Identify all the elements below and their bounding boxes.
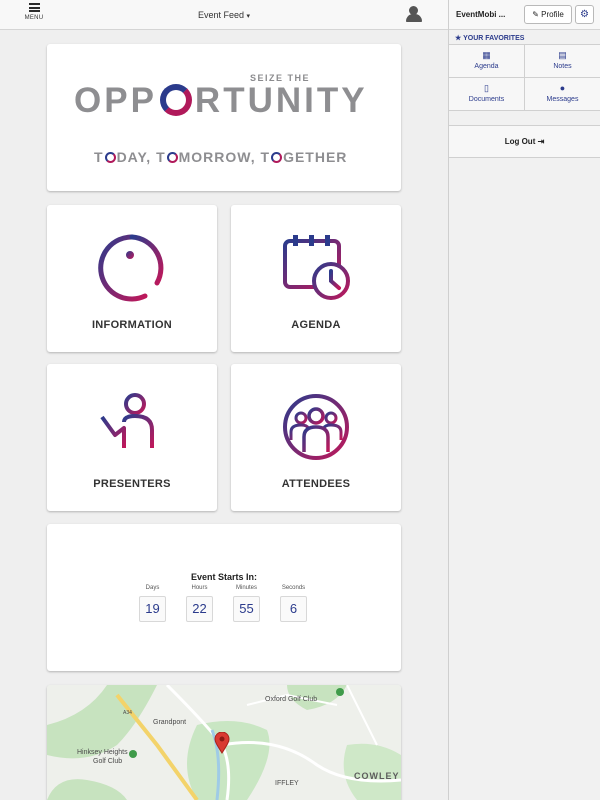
countdown-title: Event Starts In: [190,572,257,582]
countdown-units: Days 19 Hours 22 Minutes 55 Seconds 6 [139,585,327,622]
agenda-tile[interactable]: AGENDA [231,205,401,352]
presenter-icon [100,393,159,457]
favorite-notes[interactable]: ▤ Notes [525,45,600,78]
map-label: Grandpont [153,719,187,726]
top-bar: MENU Event Feed ▾ [0,0,448,30]
event-feed-dropdown[interactable]: Event Feed ▾ [0,10,448,20]
settings-button[interactable]: ⚙ [575,5,594,24]
favorite-agenda[interactable]: ▦ Agenda [449,45,525,78]
feed-title-text: Event Feed [197,10,244,20]
logout-button[interactable]: Log Out ⇥ [449,125,600,158]
app-name: EventMobi ... [456,10,506,19]
favorite-messages[interactable]: ● Messages [525,78,600,111]
map-label: Golf Club [93,758,123,765]
tile-label: ATTENDEES [281,478,351,490]
map-label: Hinksey Heights [77,749,128,756]
map-label: A34 [123,710,132,716]
document-icon: ▯ [484,83,489,93]
countdown-hours: Hours 22 [186,585,213,622]
group-icon [283,394,349,460]
banner-title: OPP RTUNITY [74,81,368,120]
map-label: COWLEY [354,771,400,781]
panel-header: EventMobi ... ✎ Profile ⚙ [449,0,600,30]
map-view[interactable]: Oxford Golf Club Grandpont Hinksey Heigh… [47,685,401,800]
calendar-clock-icon [283,235,350,300]
information-tile[interactable]: INFORMATION [47,205,217,352]
countdown-seconds: Seconds 6 [280,585,307,622]
chat-icon: ● [559,83,566,93]
favorites-heading: ★ YOUR FAVORITES [455,35,525,42]
chevron-down-icon: ▾ [246,13,251,20]
map-label: IFFLEY [275,780,299,787]
banner-card: SEIZE THE OPP RTUNITY T DAY, T MORROW, T GET… [47,44,401,191]
gear-icon: ⚙ [580,9,589,20]
favorites-grid: ▦ Agenda ▤ Notes ▯ Documents ● Messages [449,44,600,111]
tile-label: PRESENTERS [93,478,171,490]
profile-button[interactable]: ✎ Profile [524,5,572,24]
edit-icon: ✎ [532,10,539,19]
note-icon: ▤ [558,50,567,60]
favorite-documents[interactable]: ▯ Documents [449,78,525,111]
calendar-icon: ▦ [482,50,491,60]
countdown-minutes: Minutes 55 [233,585,260,622]
countdown-card: Event Starts In: Days 19 Hours 22 Minute… [47,524,401,671]
presenters-tile[interactable]: PRESENTERS [47,364,217,511]
logo-ring-icon [159,84,192,116]
tile-label: INFORMATION [91,319,173,331]
attendees-tile[interactable]: ATTENDEES [231,364,401,511]
user-avatar-button[interactable] [405,6,423,23]
banner-tagline: T DAY, T MORROW, T GETHER [94,149,348,165]
map-label: Oxford Golf Club [265,696,318,703]
countdown-days: Days 19 [139,585,166,622]
tile-label: AGENDA [291,319,341,331]
side-panel: EventMobi ... ✎ Profile ⚙ ★ YOUR FAVORIT… [448,0,600,800]
info-icon [98,234,164,302]
map-pin-icon[interactable] [214,732,230,754]
logout-icon: ⇥ [537,137,545,146]
